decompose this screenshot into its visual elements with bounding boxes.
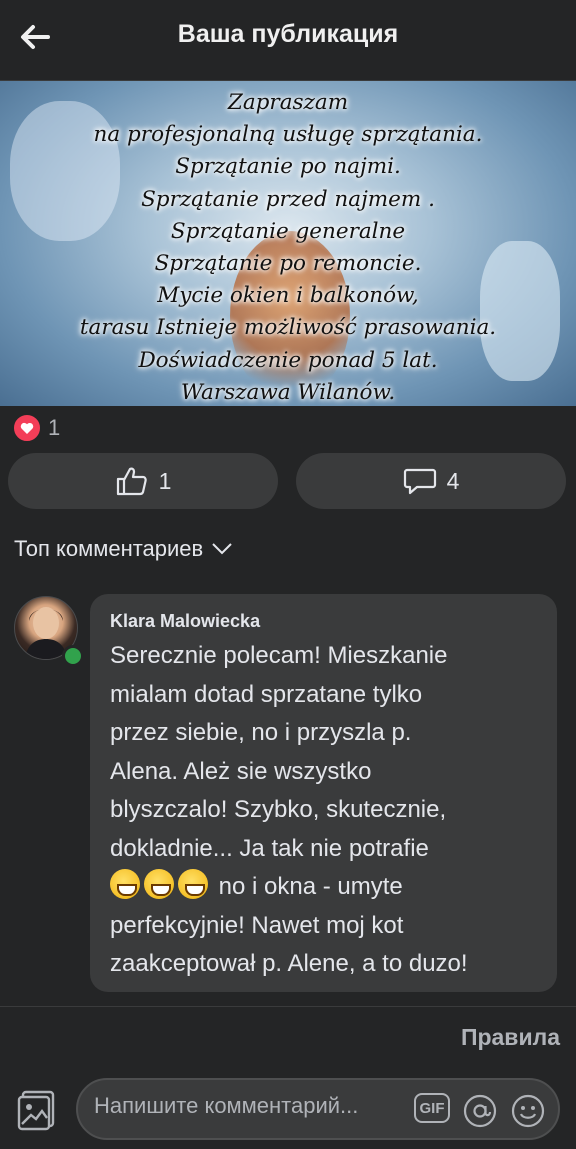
mention-icon[interactable] bbox=[462, 1093, 498, 1129]
comment-line: Serecznie polecam! Mieszkanie bbox=[110, 642, 448, 669]
comment-input[interactable]: Напишите комментарий... GIF bbox=[76, 1078, 560, 1140]
image-text-line: Sprzątanie po remoncie. bbox=[154, 251, 422, 277]
image-text-line: Mycie okien i balkonów, bbox=[157, 283, 419, 309]
like-count: 1 bbox=[158, 467, 172, 494]
image-text-line: Warszawa Wilanów. bbox=[180, 379, 396, 405]
comment-line: perfekcyjnie! Nawet moj kot bbox=[110, 911, 404, 939]
comment-count: 4 bbox=[446, 467, 460, 494]
comment-line: Alena. Ależ sie wszystko bbox=[110, 757, 372, 785]
image-text-line: Sprzątanie przed najmem . bbox=[141, 186, 435, 212]
online-status-dot bbox=[62, 645, 84, 667]
page-title: Ваша публикация bbox=[177, 20, 399, 48]
comment-button[interactable]: 4 bbox=[296, 453, 566, 509]
comment-line: przez siebie, no i przyszla p. bbox=[110, 719, 412, 746]
image-text-line: Sprzątanie po najmi. bbox=[175, 154, 401, 180]
post-image[interactable]: Zapraszam na profesjonalną usługę sprząt… bbox=[0, 81, 576, 406]
comment-line: blyszczalo! Szybko, skutecznie, bbox=[110, 796, 447, 823]
comment-line: mialam dotad sprzatane tylko bbox=[110, 680, 423, 708]
emoji-icon[interactable] bbox=[510, 1093, 546, 1129]
sort-label: Топ комментариев bbox=[14, 536, 204, 561]
thumbs-up-icon bbox=[116, 467, 147, 496]
comment-line: zaakceptował p. Alene, a to duzo! bbox=[110, 950, 468, 977]
comment-bubble-icon bbox=[403, 468, 436, 495]
comment-line: no i okna - umyte bbox=[110, 868, 550, 907]
comment-input-placeholder: Напишите комментарий... bbox=[94, 1093, 359, 1118]
comment-line: dokladnie... Ja tak nie potrafie bbox=[110, 834, 429, 862]
reaction-count: 1 bbox=[48, 415, 61, 440]
chevron-down-icon bbox=[212, 543, 232, 555]
comment-bubble[interactable]: Klara Malowiecka Serecznie polecam! Mies… bbox=[90, 594, 557, 992]
image-text-line: na profesjonalną usługę sprzątania. bbox=[93, 122, 483, 148]
reactions-summary[interactable]: 1 bbox=[12, 413, 61, 443]
like-button[interactable]: 1 bbox=[8, 453, 278, 509]
comment-author[interactable]: Klara Malowiecka bbox=[110, 611, 260, 632]
rules-link[interactable]: Правила bbox=[461, 1024, 560, 1051]
image-text-line: Sprzątanie generalne bbox=[170, 218, 406, 244]
comment-text: Serecznie polecam! Mieszkanie mialam dot… bbox=[110, 637, 550, 984]
image-text-line: tarasu Istnieje możliwość prasowania. bbox=[79, 315, 497, 341]
grinning-emoji-icon bbox=[178, 869, 208, 899]
comment-sort-dropdown[interactable]: Топ комментариев bbox=[14, 536, 233, 562]
top-bar: Ваша публикация bbox=[0, 0, 576, 81]
grinning-emoji-icon bbox=[110, 869, 140, 899]
photo-attach-icon[interactable] bbox=[16, 1088, 60, 1132]
image-text-line: Zapraszam bbox=[227, 90, 349, 115]
divider bbox=[0, 1006, 576, 1007]
comment-line-text: no i okna - umyte bbox=[218, 873, 403, 900]
grinning-emoji-icon bbox=[144, 869, 174, 899]
image-text-line: Doświadczenie ponad 5 lat. bbox=[138, 347, 438, 373]
gif-icon[interactable]: GIF bbox=[414, 1093, 450, 1123]
post-image-text: Zapraszam na profesjonalną usługę sprząt… bbox=[0, 87, 576, 406]
love-reaction-icon bbox=[12, 413, 42, 443]
